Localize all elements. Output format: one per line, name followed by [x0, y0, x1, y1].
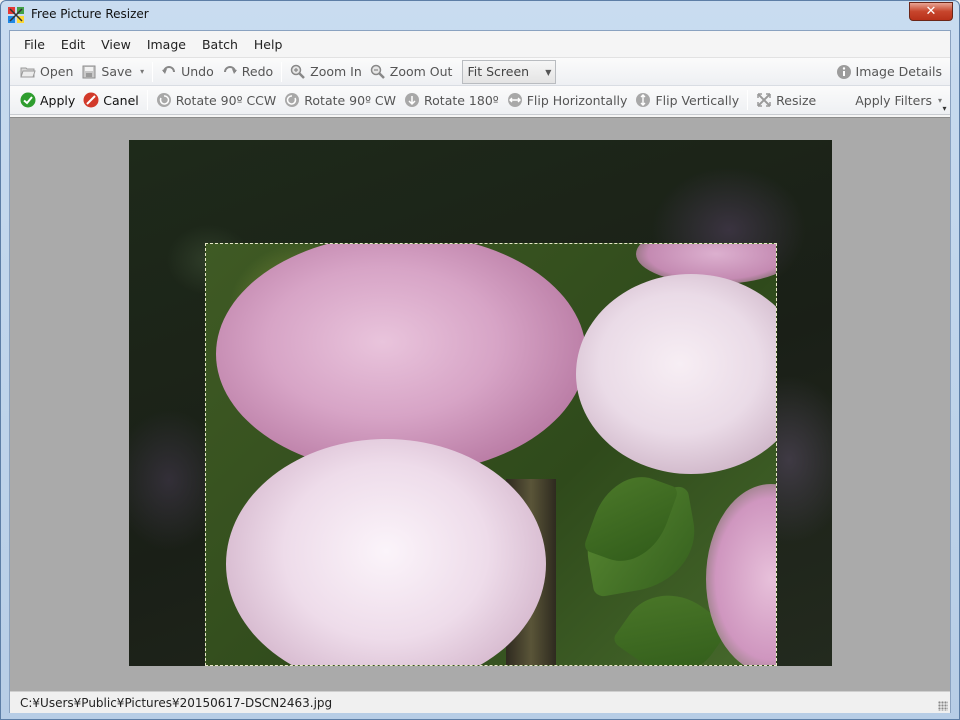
menu-view[interactable]: View	[93, 37, 139, 52]
window-resize-grip[interactable]	[938, 701, 948, 711]
photo-hydrangea	[576, 274, 776, 474]
undo-button[interactable]: Undo	[157, 61, 218, 83]
crop-selection[interactable]	[205, 243, 777, 666]
cancel-icon	[83, 92, 99, 108]
apply-filters-button[interactable]: Apply Filters ▾	[851, 89, 946, 111]
zoom-in-icon	[290, 64, 306, 79]
toolbar-separator	[747, 90, 749, 110]
title-bar[interactable]: Free Picture Resizer ✕	[1, 1, 959, 29]
rotate-ccw-button[interactable]: Rotate 90º CCW	[152, 89, 280, 111]
chevron-down-icon[interactable]: ▾	[140, 67, 144, 76]
redo-button[interactable]: Redo	[218, 61, 277, 83]
file-path: C:¥Users¥Public¥Pictures¥20150617-DSCN24…	[20, 695, 333, 710]
zoom-mode-select[interactable]: Fit Screen ▼	[462, 59, 557, 84]
menu-help[interactable]: Help	[246, 37, 291, 52]
zoom-out-button[interactable]: Zoom Out	[366, 61, 457, 83]
rotate-cw-icon	[285, 93, 300, 107]
flip-horizontal-button[interactable]: Flip Horizontally	[503, 89, 632, 111]
floppy-disk-icon	[82, 65, 96, 78]
menu-batch[interactable]: Batch	[194, 37, 246, 52]
rotate-ccw-icon	[156, 93, 171, 107]
toolbar-separator	[146, 90, 148, 110]
main-toolbar: Open Save ▾ Undo Redo Zoom In Zoom Out F…	[10, 57, 950, 85]
image-details-button[interactable]: Image Details	[832, 61, 946, 83]
apply-button[interactable]: Apply	[16, 89, 79, 111]
toolbar-right-group: Apply Filters ▾	[851, 89, 946, 111]
zoom-out-icon	[370, 64, 385, 79]
flip-horizontal-icon	[507, 93, 522, 107]
toolbar-separator	[152, 61, 154, 82]
redo-icon	[223, 65, 237, 74]
photo-hydrangea	[226, 439, 546, 665]
resize-icon	[757, 93, 771, 107]
close-button[interactable]: ✕	[909, 2, 953, 21]
toolbar-right-group: Image Details	[832, 61, 946, 83]
save-button[interactable]: Save ▾	[77, 61, 148, 83]
folder-open-icon	[20, 67, 36, 77]
rotate-cw-button[interactable]: Rotate 90º CW	[280, 89, 400, 111]
image-canvas[interactable]	[10, 117, 950, 691]
undo-icon	[162, 65, 176, 74]
flip-vertical-icon	[636, 93, 651, 107]
menu-bar: File Edit View Image Batch Help	[10, 31, 950, 57]
rotate-180-icon	[405, 93, 420, 107]
zoom-in-button[interactable]: Zoom In	[286, 61, 366, 83]
menu-image[interactable]: Image	[139, 37, 194, 52]
open-button[interactable]: Open	[16, 61, 77, 83]
edit-toolbar: Apply Canel Rotate 90º CCW Rotate 90º CW…	[10, 85, 950, 115]
flip-vertical-button[interactable]: Flip Vertically	[631, 89, 743, 111]
info-icon	[836, 64, 851, 79]
photo-preview	[129, 140, 832, 666]
toolbar-overflow-icon[interactable]: ▾	[940, 104, 949, 113]
status-bar: C:¥Users¥Public¥Pictures¥20150617-DSCN24…	[10, 691, 950, 713]
check-icon	[20, 92, 36, 108]
chevron-down-icon: ▼	[545, 67, 552, 77]
window-title: Free Picture Resizer	[31, 7, 149, 21]
app-window: Free Picture Resizer ✕ File Edit View Im…	[0, 0, 960, 720]
toolbar-separator	[281, 61, 283, 82]
resize-button[interactable]: Resize	[752, 89, 820, 111]
menu-file[interactable]: File	[16, 37, 53, 52]
client-area: File Edit View Image Batch Help Open Sav…	[9, 30, 951, 713]
menu-edit[interactable]: Edit	[53, 37, 93, 52]
rotate-180-button[interactable]: Rotate 180º	[400, 89, 503, 111]
cancel-button[interactable]: Canel	[79, 89, 142, 111]
app-logo-icon	[8, 7, 24, 23]
